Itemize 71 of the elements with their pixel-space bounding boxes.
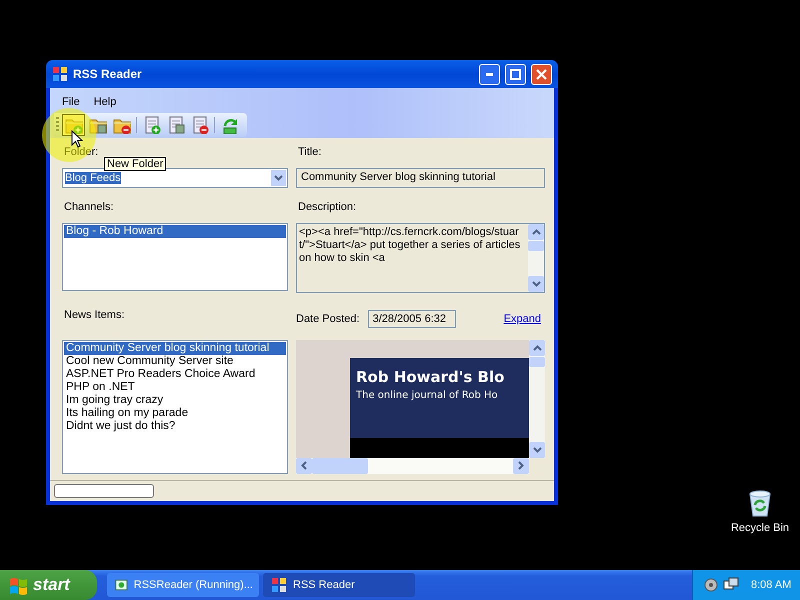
minimize-icon	[486, 72, 493, 76]
minimize-button[interactable]	[479, 64, 500, 84]
scroll-up-button[interactable]	[528, 224, 544, 240]
field-label: News Items:	[63, 308, 125, 324]
close-button[interactable]	[531, 64, 552, 84]
list-item[interactable]: Community Server blog skinning tutorial	[64, 342, 286, 355]
list-item[interactable]: Cool new Community Server site	[64, 354, 286, 368]
list-item[interactable]: Its hailing on my parade	[64, 406, 286, 420]
chevron-down-icon	[274, 175, 283, 182]
list-item[interactable]: PHP on .NET	[64, 380, 286, 394]
speaker-icon[interactable]	[703, 577, 719, 593]
list-item[interactable]: Didnt we just do this?	[64, 420, 286, 433]
blog-heading: Rob Howard's Blo	[356, 368, 506, 386]
field-label: Title:	[297, 145, 322, 160]
scroll-thumb[interactable]	[529, 356, 545, 367]
app-icon	[115, 577, 128, 593]
chevron-left-icon	[301, 461, 307, 470]
app-icon	[52, 66, 68, 82]
field-label: Description:	[297, 200, 356, 215]
list-item[interactable]: Blog - Rob Howard	[64, 224, 286, 238]
window-title: RSS Reader	[73, 67, 143, 81]
blog-subheading: The online journal of Rob Ho	[356, 390, 499, 401]
vertical-scrollbar[interactable]	[529, 340, 545, 458]
list-item[interactable]: Im going tray crazy	[64, 394, 286, 407]
menu-item[interactable]: Help	[88, 96, 122, 112]
channels-list[interactable]: Blog - Rob Howard	[62, 222, 288, 291]
expand-link[interactable]: Expand	[504, 313, 541, 326]
app-icon	[271, 577, 287, 593]
field-label: Channels:	[63, 200, 114, 215]
document-add-icon	[142, 116, 160, 134]
document-icon	[166, 116, 184, 134]
vertical-scrollbar[interactable]	[528, 224, 544, 292]
scroll-right-button[interactable]	[513, 458, 529, 474]
dropdown-value: Blog Feeds	[65, 172, 121, 184]
toolbar-button[interactable]	[62, 114, 85, 136]
document-remove-icon	[190, 116, 208, 134]
desktop-icon-label[interactable]: Recycle Bin	[730, 522, 790, 534]
horizontal-scrollbar[interactable]	[296, 458, 529, 474]
clock: 8:08 AM	[751, 579, 792, 591]
folder-dropdown[interactable]: Blog Feeds	[62, 168, 288, 188]
chevron-down-icon	[532, 280, 540, 287]
scroll-thumb[interactable]	[312, 458, 368, 474]
news-items-list[interactable]: Community Server blog skinning tutorial Cool new Community Server site ASP.NET Pro Readers Choice Award PHP on .NET Im going tray crazy Its hailing on my parade Didnt we just do this?	[62, 340, 288, 474]
cursor-highlight	[42, 108, 96, 162]
close-icon	[536, 68, 547, 80]
title-field[interactable]: Community Server blog skinning tutorial	[296, 168, 545, 188]
maximize-icon	[510, 68, 521, 80]
mouse-cursor-icon	[71, 130, 83, 148]
chevron-up-icon	[532, 228, 540, 235]
scroll-left-button[interactable]	[296, 458, 312, 474]
taskbar-button[interactable]: RSSReader (Running)...	[107, 573, 259, 597]
description-text: <p><a href="http://cs.ferncrk.com/blogs/stuart/">Stuart</a> put together a series of articles on how to skin <a	[298, 224, 522, 266]
windows-logo-icon	[8, 575, 28, 595]
scroll-down-button[interactable]	[529, 442, 545, 458]
scroll-down-button[interactable]	[528, 276, 544, 292]
chevron-up-icon	[532, 344, 542, 351]
chevron-down-icon	[532, 446, 542, 453]
list-item[interactable]: ASP.NET Pro Readers Choice Award	[64, 368, 286, 381]
start-button[interactable]: start	[0, 570, 97, 600]
tooltip: New Folder	[104, 157, 166, 171]
taskbar-button[interactable]: RSS Reader	[263, 573, 415, 597]
date-field[interactable]: 3/28/2005 6:32	[368, 310, 456, 328]
scroll-thumb[interactable]	[528, 240, 544, 251]
dropdown-button[interactable]	[271, 170, 286, 186]
field-label: Date Posted:	[296, 313, 360, 326]
menu-item[interactable]: File	[56, 96, 86, 112]
refresh-icon	[220, 116, 238, 134]
chevron-right-icon	[518, 461, 524, 470]
maximize-button[interactable]	[505, 64, 526, 84]
scroll-up-button[interactable]	[529, 340, 545, 356]
description-field[interactable]: <p><a href="http://cs.ferncrk.com/blogs/stuart/">Stuart</a> put together a series of articles on how to skin <a	[296, 222, 545, 293]
